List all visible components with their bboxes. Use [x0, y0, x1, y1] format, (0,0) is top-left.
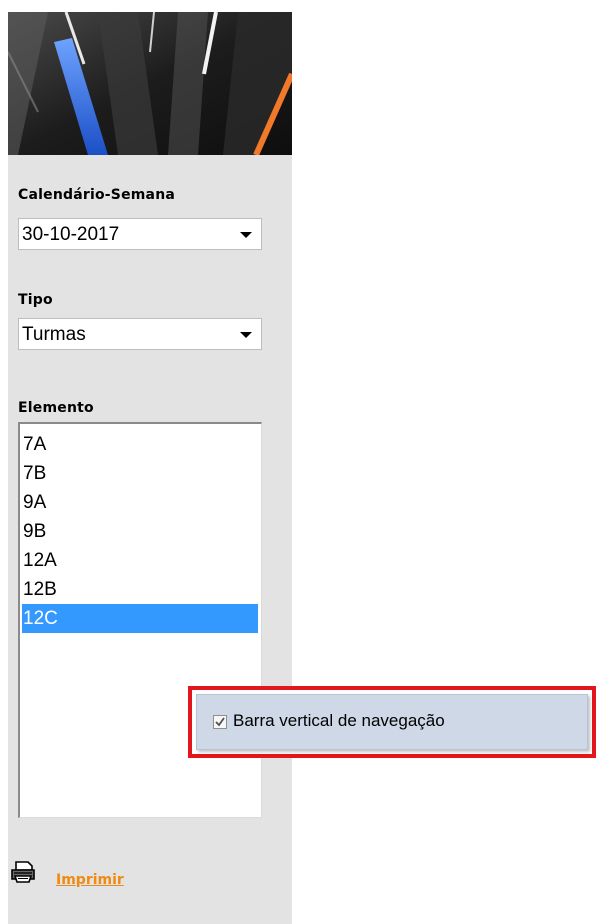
type-select[interactable]: Turmas	[18, 318, 262, 350]
print-row: Imprimir	[8, 860, 292, 900]
list-item-7b[interactable]: 7B	[22, 459, 258, 488]
context-menu-highlight: Barra vertical de navegação	[188, 686, 596, 758]
calendar-week-value: 30-10-2017	[22, 224, 120, 245]
vertical-nav-label[interactable]: Barra vertical de navegação	[233, 711, 445, 731]
list-item-9a[interactable]: 9A	[22, 488, 258, 517]
context-menu: Barra vertical de navegação	[196, 694, 588, 750]
list-item-12b[interactable]: 12B	[22, 575, 258, 604]
list-item-7a[interactable]: 7A	[22, 430, 258, 459]
chevron-down-icon	[240, 332, 252, 338]
type-value: Turmas	[22, 324, 86, 345]
checkmark-icon	[215, 717, 225, 727]
calendar-week-select[interactable]: 30-10-2017	[18, 218, 262, 250]
print-link[interactable]: Imprimir	[56, 872, 124, 888]
list-item-12a[interactable]: 12A	[22, 546, 258, 575]
list-item-12c-selected[interactable]: 12C	[22, 604, 258, 633]
list-item-9b[interactable]: 9B	[22, 517, 258, 546]
type-label: Tipo	[18, 292, 53, 308]
element-label: Elemento	[18, 400, 94, 416]
navigation-sidebar: Calendário-Semana 30-10-2017 Tipo Turmas…	[8, 12, 292, 924]
page: Calendário-Semana 30-10-2017 Tipo Turmas…	[0, 0, 598, 924]
element-listbox[interactable]: 7A 7B 9A 9B 12A 12B 12C	[18, 422, 262, 818]
vertical-nav-checkbox[interactable]	[213, 715, 227, 729]
chevron-down-icon	[240, 232, 252, 238]
printer-icon[interactable]	[10, 860, 36, 889]
banner-image	[8, 12, 292, 155]
calendar-week-label: Calendário-Semana	[18, 187, 176, 203]
